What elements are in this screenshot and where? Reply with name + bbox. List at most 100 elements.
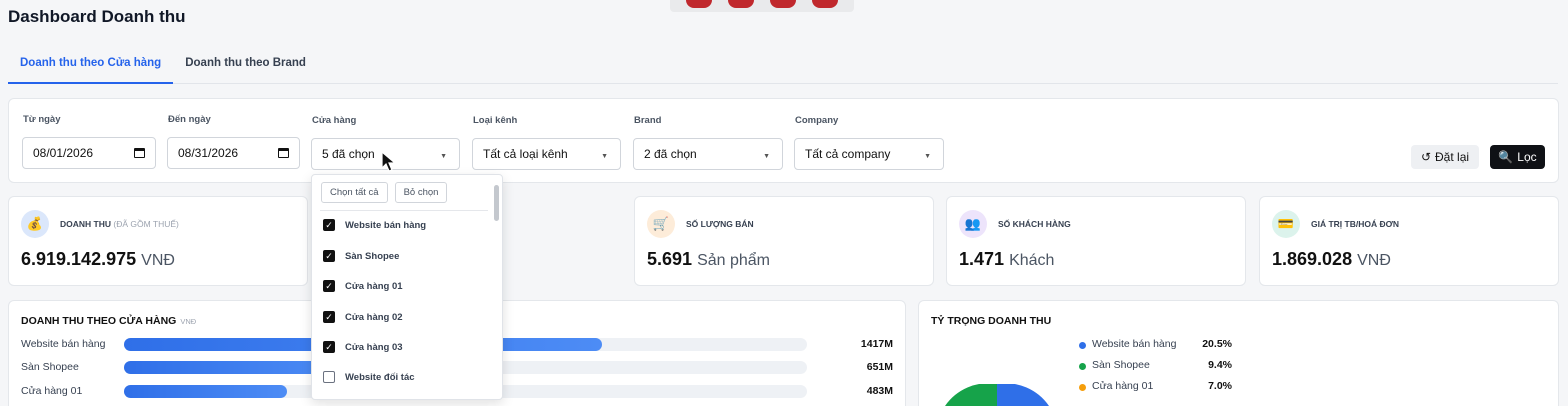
page-title: Dashboard Doanh thu	[8, 7, 186, 26]
filter-panel: Từ ngày 08/01/2026 Đến ngày 08/31/2026 C…	[8, 98, 1559, 183]
brand-select[interactable]: 2 đã chọn ▼	[633, 138, 783, 170]
company-label: Company	[795, 115, 839, 126]
pie-slice-shopee	[945, 384, 997, 406]
chevron-down-icon: ▼	[601, 153, 608, 160]
from-date-input[interactable]: 08/01/2026	[22, 137, 156, 169]
store-bar-amount: 483M	[866, 385, 893, 397]
store-option-label: Sàn Shopee	[345, 250, 400, 262]
calendar-icon[interactable]	[134, 148, 145, 158]
store-label: Cửa hàng	[312, 115, 357, 126]
kpi-revenue-label: DOANH THU (ĐÃ GỒM THUẾ)	[60, 219, 179, 229]
from-date-value: 08/01/2026	[33, 146, 94, 160]
pie-slice-website	[997, 384, 1049, 406]
legend-name: Website bán hàng	[1092, 338, 1177, 350]
store-option[interactable]: ✓ Cửa hàng 02	[323, 309, 483, 325]
store-bar-amount: 1417M	[860, 338, 893, 350]
store-option[interactable]: ✓ Cửa hàng 01	[323, 278, 483, 294]
to-date-input[interactable]: 08/31/2026	[167, 137, 300, 169]
tab-brand-revenue[interactable]: Doanh thu theo Brand	[173, 44, 318, 84]
filter-button[interactable]: 🔍 Lọc	[1490, 145, 1545, 169]
legend-item: Sàn Shopee 9.4%	[1072, 359, 1232, 373]
brand-label: Brand	[634, 115, 662, 126]
legend-dot	[1079, 384, 1086, 391]
legend-item: Website bán hàng 20.5%	[1072, 338, 1232, 352]
chevron-down-icon: ▼	[763, 153, 770, 160]
search-icon: 🔍	[1498, 150, 1514, 164]
legend-dot	[1079, 363, 1086, 370]
toolbar-icon-2[interactable]	[728, 0, 754, 8]
kpi-quantity-card: 🛒 SỐ LƯỢNG BÁN 5.691 Sản phẩm	[634, 196, 934, 286]
legend-name: Sàn Shopee	[1092, 359, 1150, 371]
legend-pct: 20.5%	[1202, 338, 1232, 350]
channel-select[interactable]: Tất cả loại kênh ▼	[472, 138, 621, 170]
dropdown-scrollbar[interactable]	[494, 179, 499, 397]
checkbox-unchecked-icon[interactable]	[323, 371, 335, 383]
toolbar-icon-4[interactable]	[812, 0, 838, 8]
store-bar-name: Sàn Shopee	[21, 361, 79, 373]
store-bar-name: Cửa hàng 01	[21, 385, 83, 397]
kpi-avg-order-label: GIÁ TRỊ TB/HOÁ ĐƠN	[1311, 219, 1399, 229]
kpi-avg-order-card: 💳 GIÁ TRỊ TB/HOÁ ĐƠN 1.869.028 VNĐ	[1259, 196, 1559, 286]
checkbox-checked-icon[interactable]: ✓	[323, 219, 335, 231]
reset-icon: ↺	[1420, 150, 1432, 164]
store-option[interactable]: ✓ Sàn Shopee	[323, 248, 483, 264]
store-bar-amount: 651M	[866, 361, 893, 373]
reset-button-label: Đặt lại	[1435, 150, 1470, 164]
checkbox-checked-icon[interactable]: ✓	[323, 311, 335, 323]
checkbox-checked-icon[interactable]: ✓	[323, 250, 335, 262]
legend-pct: 9.4%	[1208, 359, 1232, 371]
checkbox-checked-icon[interactable]: ✓	[323, 280, 335, 292]
reset-button[interactable]: ↺ Đặt lại	[1411, 145, 1479, 169]
toolbar-icon-1[interactable]	[686, 0, 712, 8]
card-icon: 💳	[1272, 210, 1300, 238]
store-option[interactable]: Website đối tác	[323, 369, 483, 385]
store-dropdown: Chọn tất cả Bỏ chọn ✓ Website bán hàng ✓…	[311, 174, 503, 400]
kpi-customers-label: SỐ KHÁCH HÀNG	[998, 219, 1071, 229]
store-option-label: Cửa hàng 02	[345, 311, 403, 323]
chevron-down-icon: ▼	[440, 153, 447, 160]
legend-item: Cửa hàng 01 7.0%	[1072, 380, 1232, 394]
revenue-share-title: TỶ TRỌNG DOANH THU	[931, 315, 1052, 327]
kpi-revenue-value: 6.919.142.975 VNĐ	[21, 249, 175, 269]
store-option[interactable]: ✓ Cửa hàng 03	[323, 339, 483, 355]
to-date-value: 08/31/2026	[178, 146, 239, 160]
tab-bar: Doanh thu theo Cửa hàng Doanh thu theo B…	[8, 44, 1558, 84]
store-bar-name: Website bán hàng	[21, 338, 106, 350]
kpi-customers-value: 1.471 Khách	[959, 249, 1055, 269]
store-option-label: Website bán hàng	[345, 219, 427, 231]
kpi-customers-card: 👥 SỐ KHÁCH HÀNG 1.471 Khách	[946, 196, 1246, 286]
kpi-revenue-card: 💰 DOANH THU (ĐÃ GỒM THUẾ) 6.919.142.975 …	[8, 196, 308, 286]
tab-store-revenue[interactable]: Doanh thu theo Cửa hàng	[8, 44, 174, 84]
channel-label: Loại kênh	[473, 115, 518, 126]
calendar-icon[interactable]	[278, 148, 289, 158]
kpi-quantity-value: 5.691 Sản phẩm	[647, 249, 770, 269]
store-select-value: 5 đã chọn	[322, 147, 375, 161]
chevron-down-icon: ▼	[924, 153, 931, 160]
store-option-label: Website đối tác	[345, 371, 415, 383]
toolbar-icon-3[interactable]	[770, 0, 796, 8]
users-icon: 👥	[959, 210, 987, 238]
legend-pct: 7.0%	[1208, 380, 1232, 392]
channel-select-value: Tất cả loại kênh	[483, 147, 568, 161]
company-select[interactable]: Tất cả company ▼	[794, 138, 944, 170]
deselect-all-button[interactable]: Bỏ chọn	[394, 182, 448, 203]
share-pie-chart	[945, 384, 1049, 406]
select-all-button[interactable]: Chọn tất cả	[321, 182, 388, 203]
mouse-cursor-icon	[381, 151, 397, 172]
store-option[interactable]: ✓ Website bán hàng	[323, 217, 483, 233]
store-option-label: Cửa hàng 03	[345, 341, 403, 353]
checkbox-checked-icon[interactable]: ✓	[323, 341, 335, 353]
store-option-label: Cửa hàng 01	[345, 280, 403, 292]
divider	[320, 210, 488, 211]
brand-select-value: 2 đã chọn	[644, 147, 697, 161]
to-date-label: Đến ngày	[168, 114, 211, 125]
kpi-avg-order-value: 1.869.028 VNĐ	[1272, 249, 1391, 269]
scrollbar-thumb[interactable]	[494, 185, 499, 221]
company-select-value: Tất cả company	[805, 147, 891, 161]
kpi-quantity-label: SỐ LƯỢNG BÁN	[686, 219, 754, 229]
money-bag-icon: 💰	[21, 210, 49, 238]
store-revenue-title: DOANH THU THEO CỬA HÀNG VNĐ	[21, 315, 197, 327]
legend-name: Cửa hàng 01	[1092, 380, 1154, 392]
legend-dot	[1079, 342, 1086, 349]
store-bar-fill	[124, 385, 287, 398]
